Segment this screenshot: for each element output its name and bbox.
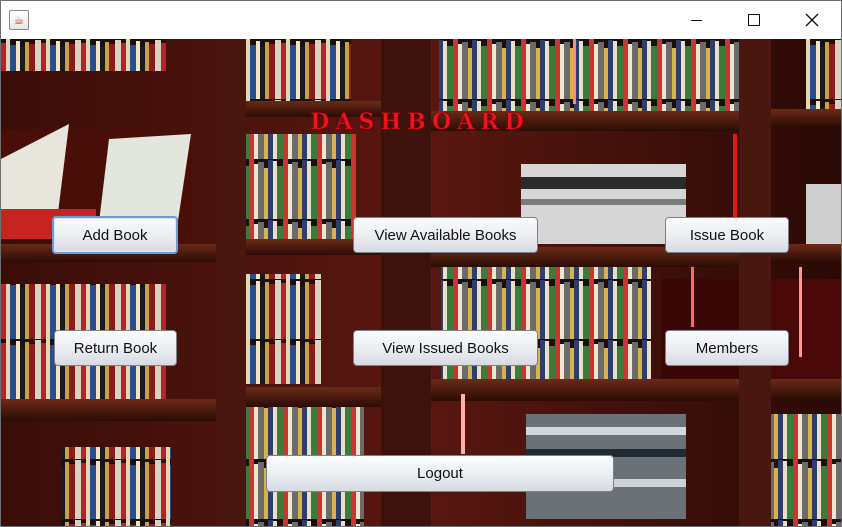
title-bar[interactable]: ☕	[1, 1, 841, 39]
close-icon	[805, 13, 819, 27]
app-window: ☕ DASHBOARD Add Book View Available Book…	[0, 0, 842, 527]
minimize-button[interactable]	[667, 1, 725, 39]
dashboard-panel: DASHBOARD Add Book View Available Books …	[1, 39, 841, 526]
return-book-button[interactable]: Return Book	[54, 330, 177, 366]
members-button[interactable]: Members	[665, 330, 789, 366]
logout-button[interactable]: Logout	[266, 455, 614, 492]
add-book-button[interactable]: Add Book	[52, 216, 178, 254]
issue-book-button[interactable]: Issue Book	[665, 217, 789, 253]
java-cup-icon: ☕	[9, 10, 29, 30]
maximize-icon	[748, 14, 760, 26]
minimize-icon	[690, 19, 702, 21]
close-button[interactable]	[783, 1, 841, 39]
view-available-books-button[interactable]: View Available Books	[353, 217, 538, 253]
dashboard-title: DASHBOARD	[310, 109, 530, 136]
maximize-button[interactable]	[725, 1, 783, 39]
view-issued-books-button[interactable]: View Issued Books	[353, 330, 538, 366]
